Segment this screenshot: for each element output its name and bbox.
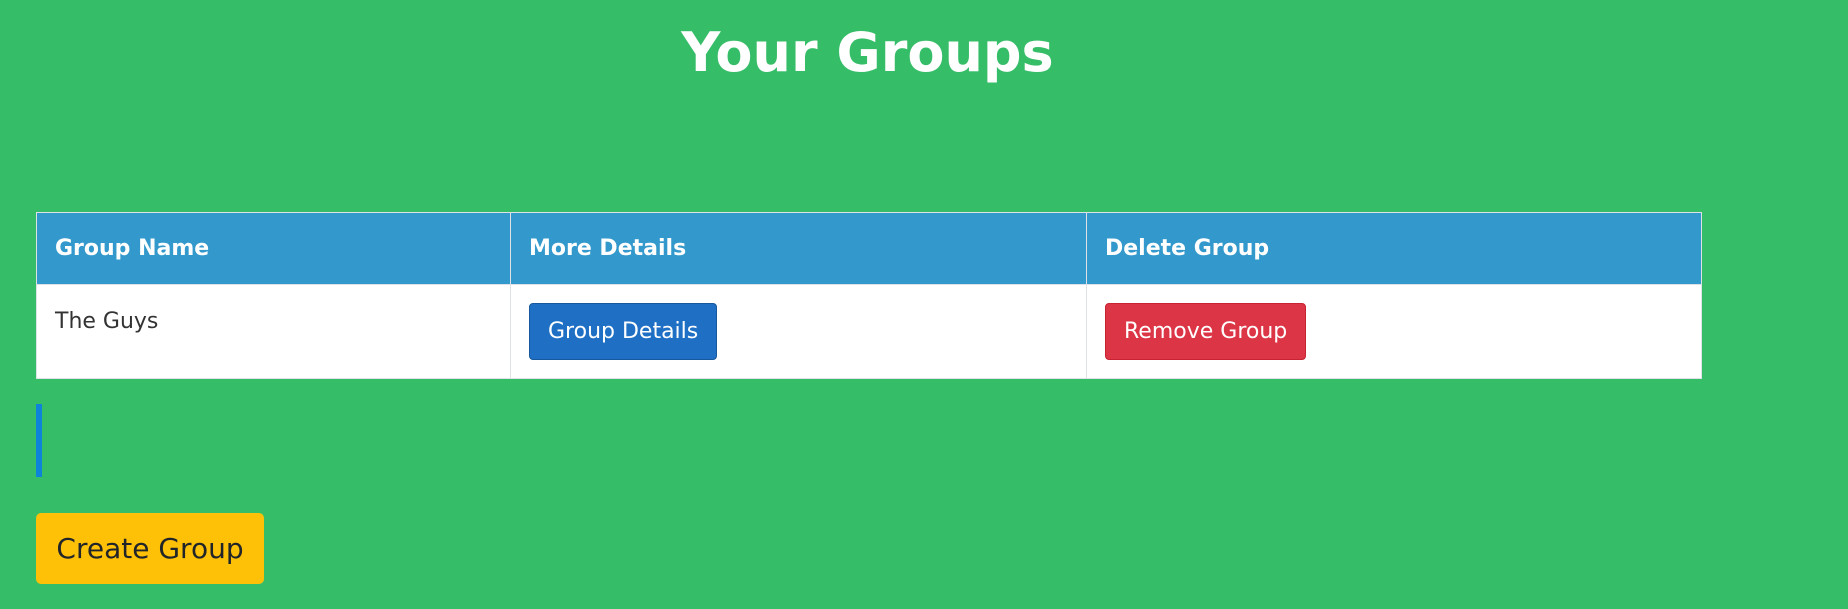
accent-bar [36,404,42,477]
remove-group-button[interactable]: Remove Group [1105,303,1307,360]
group-details-button[interactable]: Group Details [529,303,718,360]
groups-table: Group Name More Details Delete Group The… [36,212,1702,379]
groups-page: Your Groups Group Name More Details Dele… [0,0,1848,609]
table-header: Group Name More Details Delete Group [36,212,1702,285]
more-details-cell: Group Details [510,284,1087,379]
table-body: The Guys Group Details Remove Group [36,284,1702,379]
column-header-delete-group: Delete Group [1086,212,1702,285]
group-name-cell: The Guys [36,284,511,379]
page-title: Your Groups [681,21,1054,84]
column-header-more-details: More Details [510,212,1087,285]
delete-group-cell: Remove Group [1086,284,1702,379]
table-row: The Guys Group Details Remove Group [36,284,1702,379]
column-header-group-name: Group Name [36,212,511,285]
table-header-row: Group Name More Details Delete Group [36,212,1702,285]
create-group-button[interactable]: Create Group [36,513,264,584]
